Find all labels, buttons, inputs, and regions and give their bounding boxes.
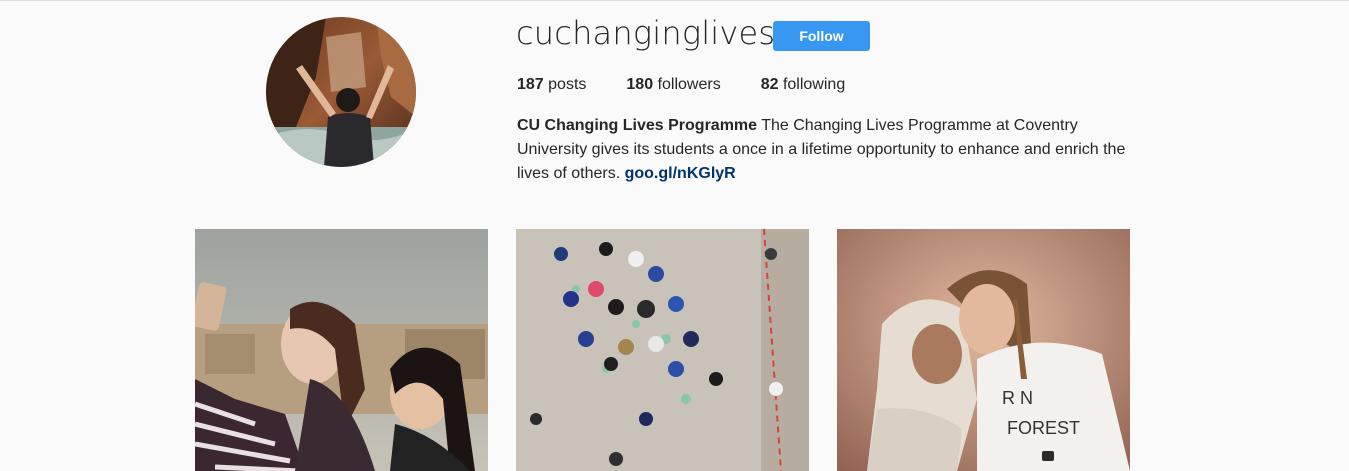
bio-link[interactable]: goo.gl/nKGlyR xyxy=(625,165,736,182)
post-thumbnail[interactable] xyxy=(516,229,809,471)
follow-button[interactable]: Follow xyxy=(773,21,870,51)
followers-label: followers xyxy=(657,76,721,93)
following-label: following xyxy=(782,76,846,93)
post-thumbnail[interactable]: R N FOREST xyxy=(837,229,1130,471)
following-count: 82 xyxy=(760,76,779,93)
profile-full-name: CU Changing Lives Programme xyxy=(517,117,758,134)
profile-avatar[interactable] xyxy=(266,17,416,167)
profile-bio: CU Changing Lives Programme The Changing… xyxy=(517,114,1147,186)
svg-text:R N: R N xyxy=(1002,388,1033,408)
profile-stats: 187 posts 180 followers 82 following xyxy=(517,76,845,94)
posts-count: 187 xyxy=(517,76,544,93)
stat-posts: 187 posts xyxy=(517,76,586,94)
top-divider xyxy=(0,0,1349,1)
profile-username: cuchanginglives xyxy=(516,14,776,52)
posts-label: posts xyxy=(548,76,587,93)
stat-followers[interactable]: 180 followers xyxy=(626,76,720,94)
svg-text:FOREST: FOREST xyxy=(1007,418,1080,438)
post-thumbnail[interactable] xyxy=(195,229,488,471)
followers-count: 180 xyxy=(626,76,654,93)
stat-following[interactable]: 82 following xyxy=(761,76,846,94)
